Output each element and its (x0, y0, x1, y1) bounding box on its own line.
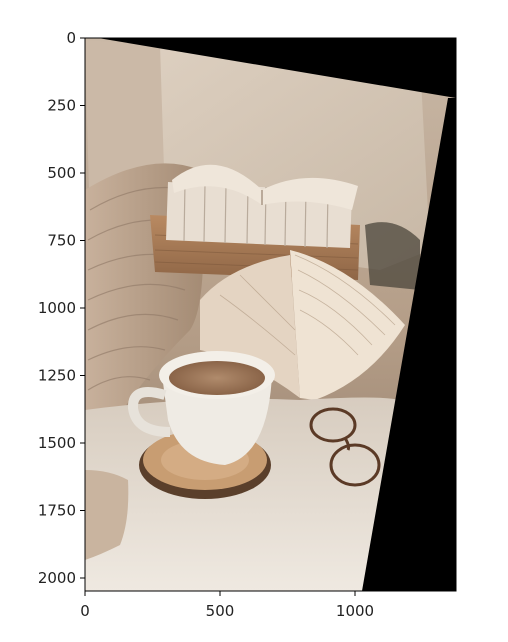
y-tick-label: 1250 (38, 367, 76, 385)
y-tick-label: 500 (47, 164, 76, 182)
y-tick-label: 750 (47, 232, 76, 250)
x-tick-label: 500 (206, 602, 235, 620)
photo (85, 38, 456, 591)
y-tick-label: 250 (47, 97, 76, 115)
figure: 0 250 500 750 1000 1250 1500 1750 2000 0… (38, 29, 457, 620)
y-tick-label: 0 (66, 29, 76, 47)
y-tick-label: 1750 (38, 502, 76, 520)
x-tick-label: 1000 (336, 602, 374, 620)
y-axis: 0 250 500 750 1000 1250 1500 1750 2000 (38, 29, 85, 587)
y-tick-label: 2000 (38, 569, 76, 587)
y-tick-label: 1500 (38, 434, 76, 452)
y-tick-label: 1000 (38, 299, 76, 317)
x-tick-label: 0 (80, 602, 90, 620)
x-axis: 0 500 1000 (80, 591, 374, 620)
